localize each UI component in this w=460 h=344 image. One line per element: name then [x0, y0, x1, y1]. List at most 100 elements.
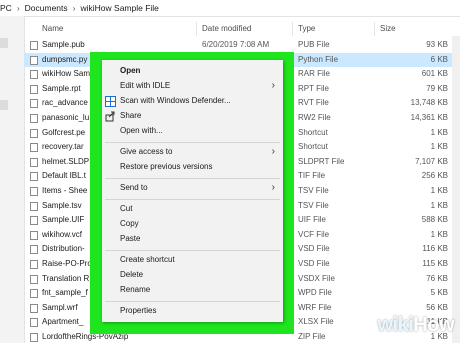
column-size[interactable]: Size: [380, 24, 396, 33]
file-size: 5 KB: [430, 288, 448, 298]
file-name: Sampl.wrf: [42, 302, 78, 312]
menu-delete[interactable]: Delete: [102, 268, 283, 282]
file-icon: [30, 41, 38, 50]
file-type: TIF File: [298, 171, 326, 181]
breadcrumb-pc[interactable]: PC: [0, 3, 12, 13]
file-type: SLDPRT File: [298, 156, 345, 166]
file-size: 601 KB: [421, 69, 448, 79]
menu-open[interactable]: Open: [102, 64, 283, 78]
file-date: 6/20/2019 7:08 AM: [202, 40, 270, 49]
breadcrumb-documents[interactable]: Documents: [25, 3, 68, 13]
file-name: Sample.UIF: [42, 215, 85, 225]
breadcrumb-separator-icon: ›: [16, 3, 20, 13]
file-icon: [30, 332, 38, 342]
menu-open-with[interactable]: Open with...: [102, 124, 283, 138]
menu-give-access[interactable]: Give access to ›: [102, 145, 283, 159]
column-divider[interactable]: [374, 22, 375, 36]
menu-paste[interactable]: Paste: [102, 232, 283, 246]
file-icon: [30, 113, 38, 123]
watermark-logo: wikiHow: [377, 314, 454, 337]
nav-item[interactable]: [0, 100, 8, 110]
menu-properties-label: Properties: [120, 306, 157, 315]
file-size: 93 KB: [426, 40, 448, 49]
menu-rename[interactable]: Rename: [102, 283, 283, 297]
menu-give-access-label: Give access to: [120, 147, 173, 156]
file-size: 79 KB: [426, 83, 448, 93]
file-name: recovery.tar: [42, 142, 84, 152]
breadcrumb: PC › Documents › wikiHow Sample File: [0, 0, 460, 17]
file-size: 116 KB: [422, 244, 448, 254]
file-name: Sample.tsv: [42, 200, 82, 210]
nav-item[interactable]: [0, 38, 8, 48]
menu-send-to-label: Send to: [120, 183, 148, 192]
file-size: 256 KB: [421, 171, 448, 181]
file-type: Shortcut: [298, 142, 328, 152]
file-name: helmet.SLDP: [42, 156, 90, 166]
context-menu: Open Edit with IDLE › Scan with Windows D…: [102, 60, 283, 322]
file-icon: [30, 303, 38, 313]
column-type[interactable]: Type: [298, 24, 315, 33]
watermark-how: How: [413, 314, 454, 336]
file-icon: [30, 318, 38, 328]
file-name: wikiHow Sam: [42, 69, 91, 79]
breadcrumb-folder[interactable]: wikiHow Sample File: [81, 3, 159, 13]
column-name[interactable]: Name: [42, 24, 63, 33]
column-divider[interactable]: [196, 22, 197, 36]
menu-open-with-label: Open with...: [120, 126, 163, 135]
file-type: UIF File: [298, 215, 326, 225]
table-row[interactable]: Sample.pub 6/20/2019 7:08 AM PUB File 93 KB: [24, 38, 460, 53]
menu-restore[interactable]: Restore previous versions: [102, 160, 283, 174]
file-type: PUB File: [298, 40, 330, 49]
file-type: WPD File: [298, 288, 332, 298]
file-size: 13,748 KB: [410, 98, 448, 108]
menu-separator: [105, 199, 280, 200]
menu-separator: [105, 142, 280, 143]
menu-create-shortcut[interactable]: Create shortcut: [102, 253, 283, 267]
file-name: wikihow.vcf: [42, 229, 83, 239]
file-icon: [30, 70, 38, 80]
file-icon: [30, 230, 38, 240]
file-type: TSV File: [298, 185, 329, 195]
file-type: XLSX File: [298, 317, 334, 327]
file-size: 6 KB: [430, 54, 448, 64]
file-type: ZIP File: [298, 331, 326, 341]
column-date[interactable]: Date modified: [202, 24, 251, 33]
menu-edit-idle[interactable]: Edit with IDLE ›: [102, 79, 283, 93]
file-type: VSDX File: [298, 273, 335, 283]
file-icon: [30, 201, 38, 211]
file-size: 1 KB: [430, 229, 448, 239]
menu-share[interactable]: Share: [102, 109, 283, 123]
menu-separator: [105, 178, 280, 179]
menu-create-shortcut-label: Create shortcut: [120, 255, 175, 264]
file-icon: [30, 186, 38, 196]
menu-scan-defender[interactable]: Scan with Windows Defender...: [102, 94, 283, 108]
file-icon: [30, 157, 38, 167]
file-type: WRF File: [298, 302, 332, 312]
file-icon: [30, 259, 38, 269]
file-type: Shortcut: [298, 127, 328, 137]
file-name: Apartment_: [42, 317, 84, 327]
file-type: RPT File: [298, 83, 329, 93]
file-type: RVT File: [298, 98, 329, 108]
file-size: 588 KB: [421, 215, 448, 225]
file-icon: [30, 289, 38, 299]
menu-copy[interactable]: Copy: [102, 217, 283, 231]
scrollbar[interactable]: [452, 36, 460, 343]
file-name: panasonic_lu: [42, 112, 90, 122]
file-type: VCF File: [298, 229, 330, 239]
menu-cut-label: Cut: [120, 204, 133, 213]
menu-properties[interactable]: Properties: [102, 304, 283, 318]
menu-delete-label: Delete: [120, 270, 144, 279]
file-size: 14,361 KB: [410, 112, 448, 122]
file-icon: [30, 172, 38, 182]
share-icon: [105, 111, 115, 122]
file-name: Raise-PO-Pro: [42, 258, 92, 268]
file-icon: [30, 143, 38, 153]
file-size: 76 KB: [426, 273, 448, 283]
file-type: Python File: [298, 54, 339, 64]
file-icon: [30, 99, 38, 109]
menu-send-to[interactable]: Send to ›: [102, 181, 283, 195]
menu-cut[interactable]: Cut: [102, 202, 283, 216]
breadcrumb-separator-icon: ›: [72, 3, 76, 13]
column-divider[interactable]: [292, 22, 293, 36]
